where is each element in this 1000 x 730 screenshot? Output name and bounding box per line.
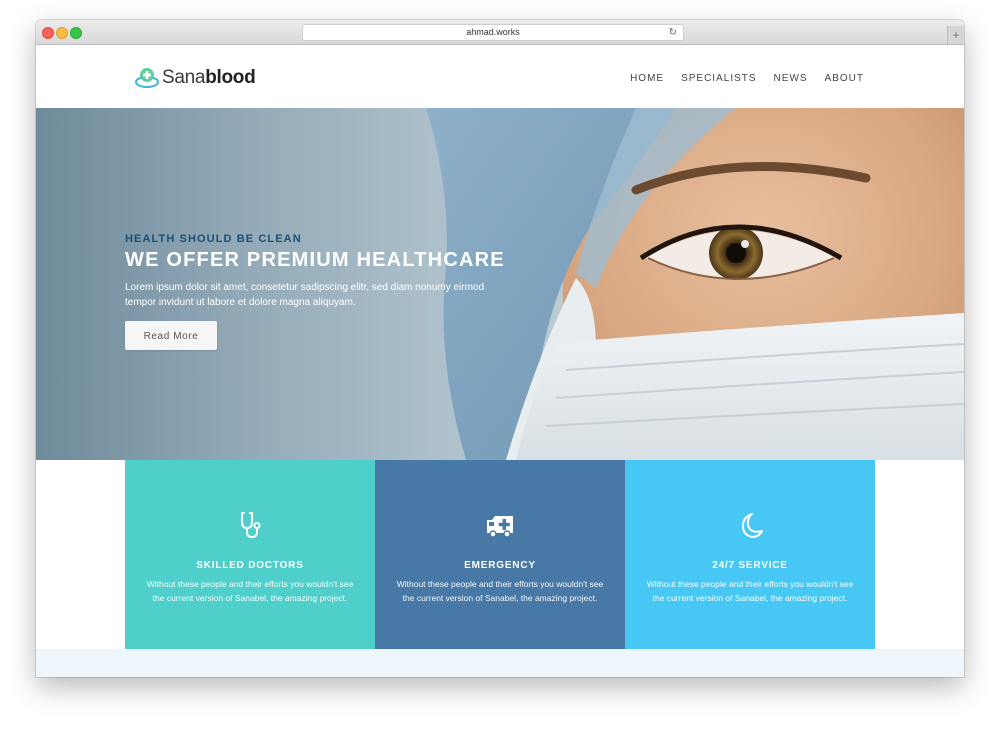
site-logo[interactable]: Sanablood — [134, 65, 256, 91]
address-bar[interactable]: ahmad.works ↻ — [302, 24, 684, 41]
features-row: SKILLED DOCTORS Without these people and… — [125, 460, 875, 649]
feature-title: 24/7 SERVICE — [712, 560, 788, 571]
hero-kicker: HEALTH SHOULD BE CLEAN — [125, 233, 302, 245]
new-tab-button[interactable]: + — [947, 26, 964, 44]
feature-24-7-service[interactable]: 24/7 SERVICE Without these people and th… — [625, 460, 875, 649]
stethoscope-icon — [241, 512, 261, 539]
feature-text: Without these people and their efforts y… — [396, 579, 604, 603]
browser-window: ahmad.works ↻ + Sanablood HOME SPECIALIS… — [36, 20, 964, 677]
logo-cross-icon — [135, 68, 159, 88]
nav-news[interactable]: NEWS — [774, 73, 808, 84]
hero-banner: HEALTH SHOULD BE CLEAN WE OFFER PREMIUM … — [36, 108, 964, 460]
read-more-button[interactable]: Read More — [125, 321, 217, 350]
address-text: ahmad.works — [466, 27, 520, 37]
browser-titlebar: ahmad.works ↻ + — [36, 20, 964, 45]
feature-emergency[interactable]: EMERGENCY Without these people and their… — [375, 460, 625, 649]
moon-icon — [742, 513, 763, 538]
hero-text: Lorem ipsum dolor sit amet, consetetur s… — [125, 282, 485, 308]
nav-specialists[interactable]: SPECIALISTS — [681, 73, 756, 84]
feature-text: Without these people and their efforts y… — [146, 579, 354, 603]
site-header: Sanablood HOME SPECIALISTS NEWS ABOUT — [36, 45, 964, 108]
next-section-strip — [36, 649, 964, 677]
zoom-window-button[interactable] — [70, 27, 82, 39]
close-window-button[interactable] — [42, 27, 54, 39]
feature-skilled-doctors[interactable]: SKILLED DOCTORS Without these people and… — [125, 460, 375, 649]
nav-home[interactable]: HOME — [630, 73, 664, 84]
minimize-window-button[interactable] — [56, 27, 68, 39]
hero-title: WE OFFER PREMIUM HEALTHCARE — [125, 249, 505, 271]
reload-icon[interactable]: ↻ — [669, 25, 677, 40]
nav-about[interactable]: ABOUT — [825, 73, 864, 84]
feature-text: Without these people and their efforts y… — [646, 579, 854, 603]
ambulance-icon — [487, 516, 513, 538]
feature-title: EMERGENCY — [464, 560, 536, 571]
main-nav: HOME SPECIALISTS NEWS ABOUT — [613, 73, 864, 84]
logo-text-sana: Sana — [162, 67, 206, 88]
feature-title: SKILLED DOCTORS — [196, 560, 304, 571]
logo-text-blood: blood — [205, 67, 256, 88]
